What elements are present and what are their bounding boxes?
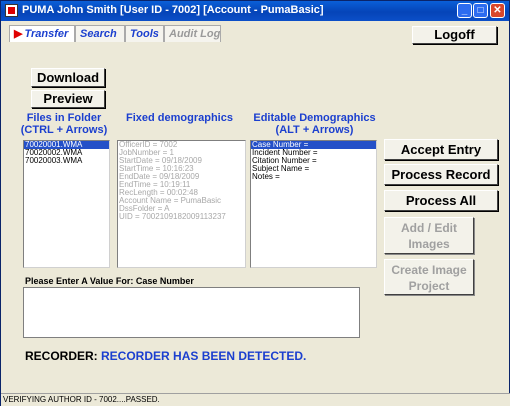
fixed-demographics-label: Fixed demographics: [126, 112, 233, 124]
fixed-demographics-list: OfficerID = 7002 JobNumber = 1 StartDate…: [117, 140, 246, 268]
create-project-line1: Create Image: [391, 263, 467, 277]
value-prompt: Please Enter A Value For: Case Number: [25, 276, 194, 286]
tab-tools[interactable]: Tools: [125, 25, 164, 42]
editable-demographics-list[interactable]: Case Number = Incident Number = Citation…: [250, 140, 377, 268]
editable-demographics-label: Editable Demographics (ALT + Arrows): [247, 112, 382, 136]
maximize-button[interactable]: □: [473, 3, 488, 18]
add-edit-line2: Images: [408, 237, 450, 251]
logoff-button[interactable]: Logoff: [412, 26, 497, 44]
minimize-button[interactable]: _: [457, 3, 472, 18]
editable-label-line1: Editable Demographics: [253, 112, 376, 124]
files-label-line2: (CTRL + Arrows): [20, 124, 108, 136]
add-edit-images-button: Add / Edit Images: [384, 217, 474, 254]
accept-entry-button[interactable]: Accept Entry: [384, 139, 498, 160]
preview-button[interactable]: Preview: [31, 90, 105, 108]
add-edit-line1: Add / Edit: [401, 221, 457, 235]
process-all-button[interactable]: Process All: [384, 190, 498, 211]
app-window: PUMA John Smith [User ID - 7002] [Accoun…: [0, 0, 510, 406]
title-bar[interactable]: PUMA John Smith [User ID - 7002] [Accoun…: [1, 1, 509, 21]
files-label-line1: Files in Folder: [26, 112, 102, 124]
recorder-label: RECORDER:: [25, 349, 98, 363]
editable-label-line2: (ALT + Arrows): [275, 124, 354, 136]
files-in-folder-label: Files in Folder (CTRL + Arrows): [19, 112, 109, 136]
tab-label: Transfer: [24, 28, 69, 40]
arrow-right-icon: ▶: [14, 28, 23, 40]
create-project-line2: Project: [408, 279, 450, 293]
value-input[interactable]: [23, 287, 360, 338]
tab-audit-log[interactable]: Audit Log: [164, 25, 221, 42]
window-title: PUMA John Smith [User ID - 7002] [Accoun…: [22, 4, 324, 16]
list-item: UID = 7002109182009113237: [119, 212, 226, 221]
recorder-status: RECORDER: RECORDER HAS BEEN DETECTED.: [25, 349, 306, 363]
download-button[interactable]: Download: [31, 68, 105, 87]
tab-transfer[interactable]: ▶ Transfer: [9, 25, 75, 42]
recorder-value: RECORDER HAS BEEN DETECTED.: [101, 349, 307, 363]
list-item[interactable]: Notes =: [251, 173, 376, 181]
tab-search[interactable]: Search: [75, 25, 125, 42]
create-image-project-button: Create Image Project: [384, 259, 474, 295]
list-item[interactable]: 70020003.WMA: [24, 157, 109, 165]
status-bar: VERIFYING AUTHOR ID - 7002....PASSED.: [1, 393, 510, 406]
files-list[interactable]: 70020001.WMA 70020002.WMA 70020003.WMA: [23, 140, 110, 268]
close-button[interactable]: ✕: [490, 3, 505, 18]
app-icon: [5, 4, 18, 17]
process-record-button[interactable]: Process Record: [384, 164, 498, 185]
